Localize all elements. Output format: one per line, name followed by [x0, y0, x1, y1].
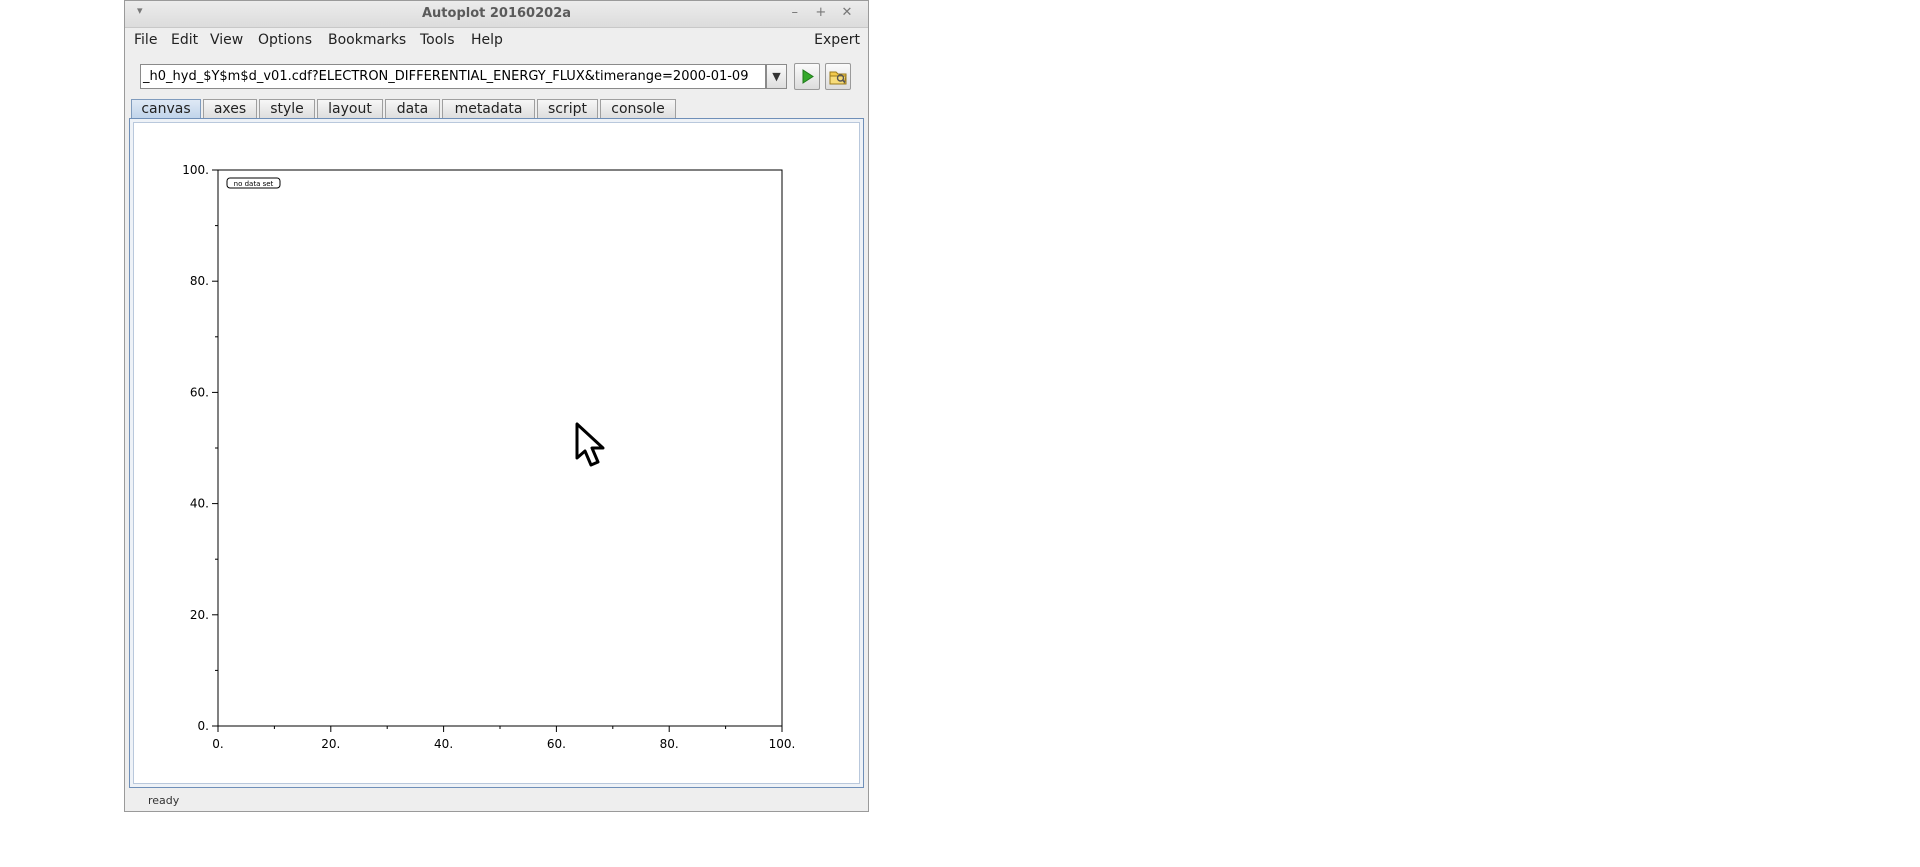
menu-view[interactable]: View: [210, 28, 243, 52]
no-data-label: no data set: [234, 180, 274, 188]
tab-canvas[interactable]: canvas: [131, 99, 201, 119]
folder-open-icon: [829, 71, 847, 85]
tab-layout[interactable]: layout: [317, 99, 383, 119]
mouse-cursor-icon: [575, 422, 605, 467]
maximize-icon[interactable]: +: [810, 5, 832, 20]
menu-bar: File Edit View Options Bookmarks Tools H…: [125, 28, 868, 52]
plot-frame: [217, 169, 783, 727]
x-tick-label: 20.: [321, 737, 340, 751]
menu-expert[interactable]: Expert: [814, 28, 860, 52]
menu-help[interactable]: Help: [471, 28, 503, 52]
tab-console[interactable]: console: [600, 99, 676, 119]
play-icon: [802, 69, 814, 84]
tab-style[interactable]: style: [259, 99, 315, 119]
menu-edit[interactable]: Edit: [171, 28, 198, 52]
x-tick-label: 40.: [434, 737, 453, 751]
plot-area[interactable]: 0. 20. 40. 60. 80. 100. 0. 20. 40. 60. 80. 100. no …: [134, 123, 859, 783]
x-tick-label: 60.: [547, 737, 566, 751]
x-tick-label: 0.: [212, 737, 223, 751]
canvas-tab-panel: 0. 20. 40. 60. 80. 100. 0. 20. 40. 60. 80. 100. no …: [129, 118, 864, 788]
tab-data[interactable]: data: [385, 99, 440, 119]
menu-file[interactable]: File: [134, 28, 157, 52]
chevron-down-icon: ▼: [772, 70, 781, 83]
x-tick-label: 100.: [769, 737, 796, 751]
data-source-input[interactable]: _h0_hyd_$Y$m$d_v01.cdf?ELECTRON_DIFFEREN…: [140, 64, 766, 89]
y-tick-label: 20.: [190, 608, 209, 622]
status-text: ready: [148, 794, 180, 807]
window-controls: – + ✕: [784, 5, 858, 20]
menu-tools[interactable]: Tools: [420, 28, 455, 52]
plot-canvas[interactable]: 0. 20. 40. 60. 80. 100. 0. 20. 40. 60. 80. 100. no …: [133, 122, 860, 784]
minimize-icon[interactable]: –: [784, 5, 806, 20]
data-source-dropdown-button[interactable]: ▼: [766, 64, 787, 89]
tab-script[interactable]: script: [537, 99, 598, 119]
y-tick-label: 80.: [190, 274, 209, 288]
title-bar[interactable]: ▾ Autoplot 20160202a – + ✕: [125, 1, 868, 28]
tab-metadata[interactable]: metadata: [442, 99, 535, 119]
y-tick-label: 0.: [198, 719, 209, 733]
y-tick-label: 100.: [182, 163, 209, 177]
window-title: Autoplot 20160202a: [421, 6, 572, 21]
x-tick-label: 80.: [660, 737, 679, 751]
status-bar: ready: [125, 791, 868, 811]
menu-bookmarks[interactable]: Bookmarks: [328, 28, 406, 52]
y-tick-label: 40.: [190, 497, 209, 511]
close-icon[interactable]: ✕: [836, 5, 858, 20]
browse-button[interactable]: [825, 63, 851, 90]
go-button[interactable]: [794, 63, 820, 90]
autoplot-window: ▾ Autoplot 20160202a – + ✕ File Edit Vie…: [124, 0, 869, 812]
menu-options[interactable]: Options: [258, 28, 312, 52]
tab-axes[interactable]: axes: [203, 99, 257, 119]
y-tick-label: 60.: [190, 385, 209, 399]
